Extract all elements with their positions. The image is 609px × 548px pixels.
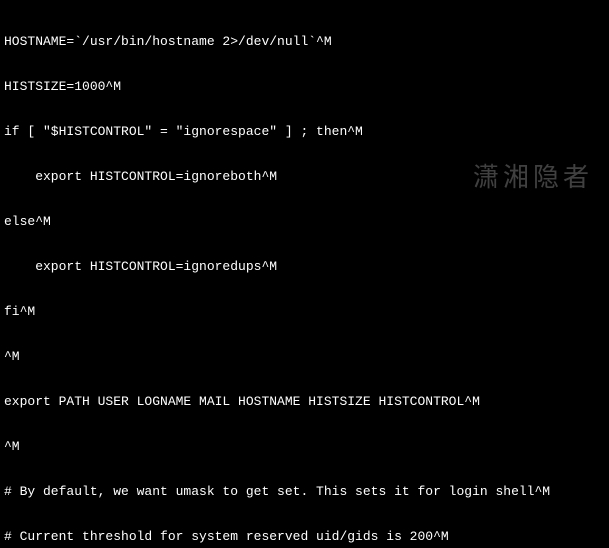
code-line: # Current threshold for system reserved … — [4, 529, 605, 544]
code-line: HOSTNAME=`/usr/bin/hostname 2>/dev/null`… — [4, 34, 605, 49]
terminal-output[interactable]: HOSTNAME=`/usr/bin/hostname 2>/dev/null`… — [0, 0, 609, 548]
code-line: ^M — [4, 439, 605, 454]
code-line: export PATH USER LOGNAME MAIL HOSTNAME H… — [4, 394, 605, 409]
code-line: if [ "$HISTCONTROL" = "ignorespace" ] ; … — [4, 124, 605, 139]
code-line: export HISTCONTROL=ignoredups^M — [4, 259, 605, 274]
code-line: ^M — [4, 349, 605, 364]
code-line: # By default, we want umask to get set. … — [4, 484, 605, 499]
code-line: export HISTCONTROL=ignoreboth^M — [4, 169, 605, 184]
code-line: HISTSIZE=1000^M — [4, 79, 605, 94]
code-line: else^M — [4, 214, 605, 229]
code-line: fi^M — [4, 304, 605, 319]
